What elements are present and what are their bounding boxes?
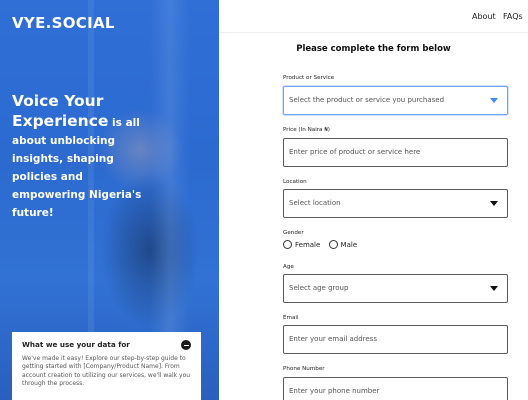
price-label: Price (In Naira ₦) [283,127,330,133]
location-select-value: Select location [289,199,341,207]
data-usage-body: We've made it easy! Explore our step-by-… [22,355,191,388]
email-placeholder: Enter your email address [289,335,378,343]
location-select[interactable]: Select location [283,189,508,218]
hero-panel: VYE.SOCIAL Voice Your Experience is all … [0,0,219,400]
phone-placeholder: Enter your phone number [289,387,380,395]
caret-down-icon [490,201,498,206]
product-label: Product or Service [283,75,335,81]
nav-faqs-link[interactable]: FAQs [503,12,523,21]
top-nav: About FAQs [219,0,528,33]
gender-radio-group: Female Male [283,240,363,249]
form-title: Please complete the form below [296,44,451,54]
product-select[interactable]: Select the product or service you purcha… [283,86,508,115]
hero-line: insights, shaping [12,153,114,165]
age-label: Age [283,264,294,270]
gender-male-radio[interactable] [328,240,338,249]
hero-heading: Voice Your Experience is all about unblo… [12,92,212,222]
caret-down-icon [490,98,498,103]
hero-line: Voice Your [12,92,104,110]
email-label: Email [283,315,299,321]
hero-line: Experience [12,112,109,130]
gender-option-label: Female [295,241,321,249]
product-select-value: Select the product or service you purcha… [289,96,445,104]
caret-down-icon [490,286,498,291]
age-select-value: Select age group [289,284,349,292]
data-usage-card: What we use your data for We've made it … [12,332,201,400]
phone-label: Phone Number [283,366,325,372]
brand-logo[interactable]: VYE.SOCIAL [12,14,115,32]
gender-female-radio[interactable] [283,240,292,249]
data-usage-title: What we use your data for [22,340,130,349]
hero-line: about unblocking [12,135,116,147]
age-select[interactable]: Select age group [283,274,508,303]
gender-option-label: Male [340,241,358,249]
hero-line: is all [108,117,140,129]
gender-label: Gender [283,230,304,236]
location-label: Location [283,179,307,185]
price-input[interactable]: Enter price of product or service here [283,138,508,167]
hero-line: future! [12,207,54,219]
hero-line: empowering Nigeria's [12,189,142,201]
nav-about-link[interactable]: About [472,12,496,21]
price-placeholder: Enter price of product or service here [289,148,421,156]
hero-line: policies and [12,171,83,183]
form-panel: About FAQs Please complete the form belo… [219,0,528,400]
phone-input[interactable]: Enter your phone number [283,377,508,400]
email-input[interactable]: Enter your email address [283,325,508,354]
minus-circle-icon[interactable] [181,340,191,350]
